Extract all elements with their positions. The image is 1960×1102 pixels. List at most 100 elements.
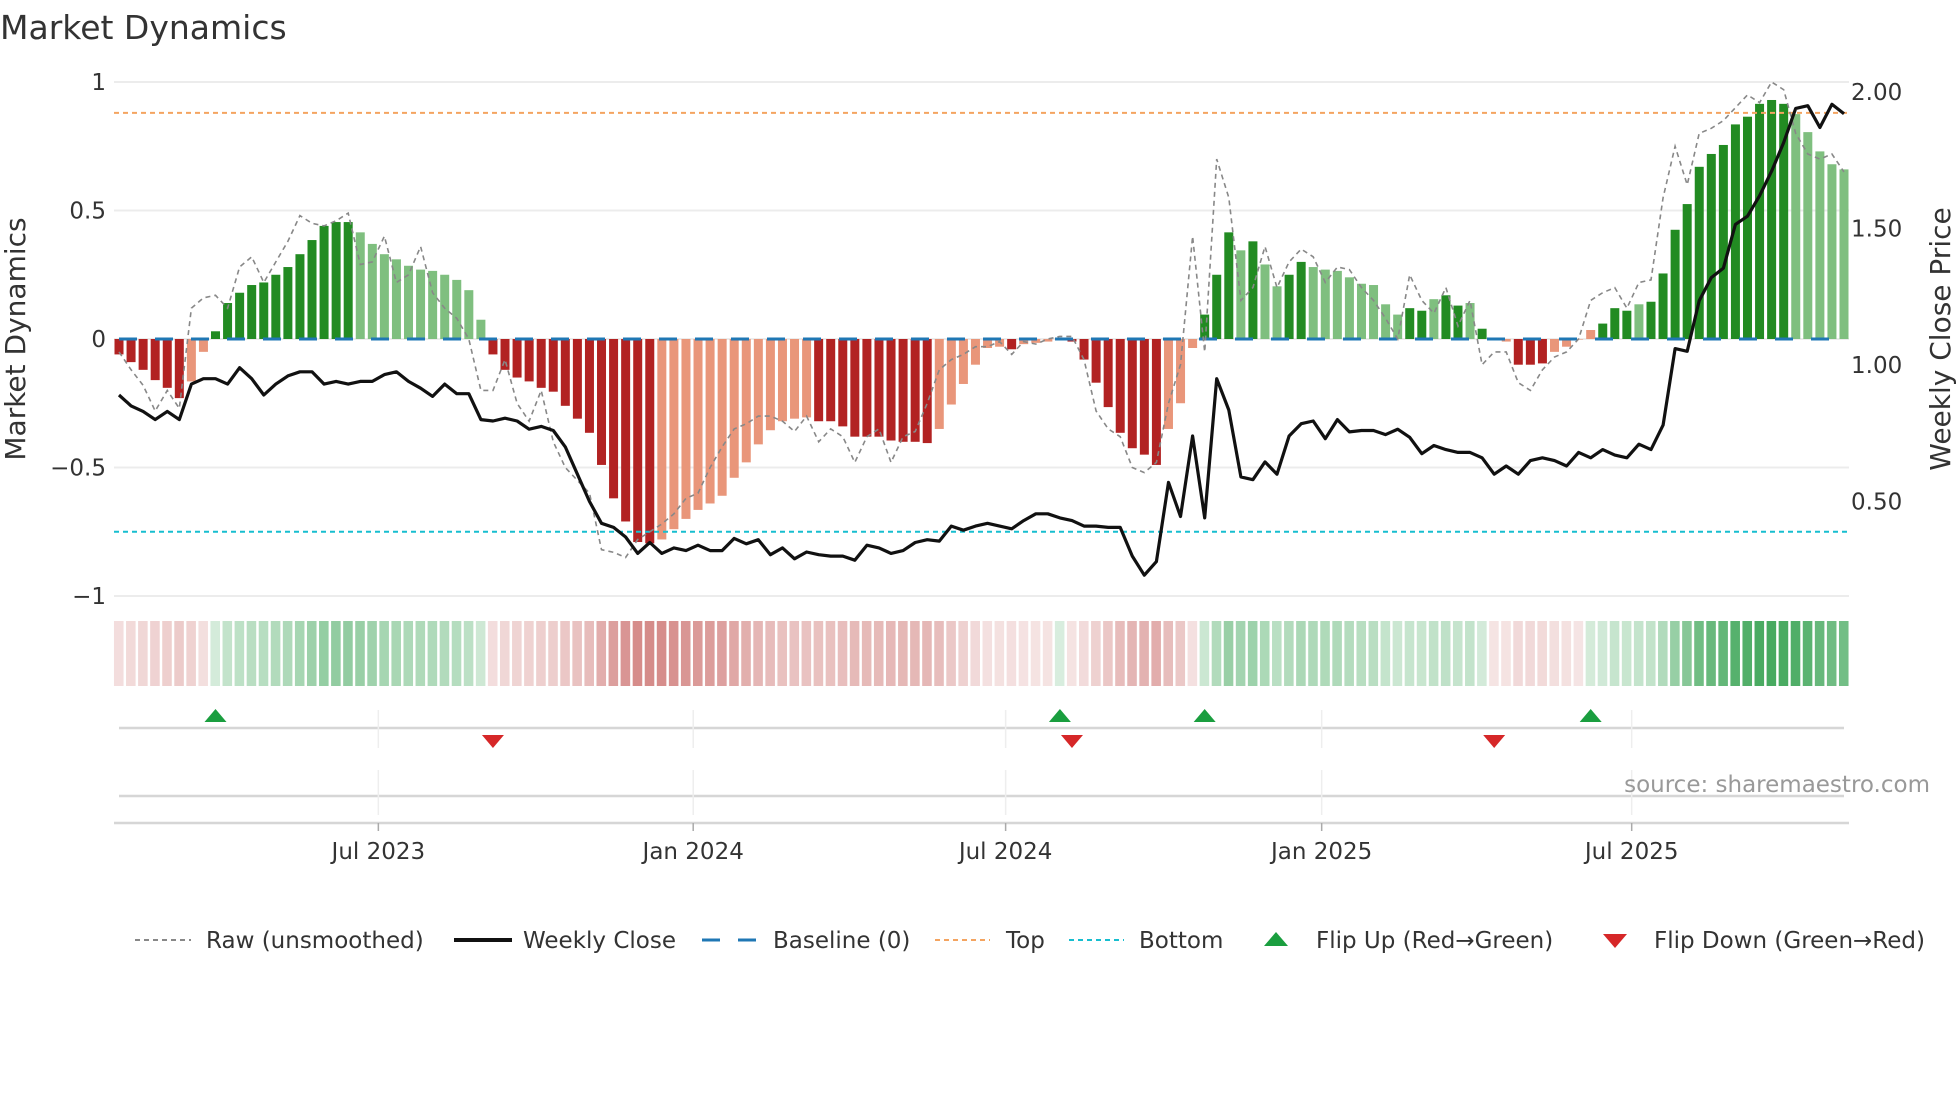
bar <box>1115 339 1125 433</box>
bar <box>777 339 787 422</box>
bar <box>910 339 920 442</box>
y-tick-label: −0.5 <box>50 456 106 482</box>
heatmap-cell <box>656 621 667 686</box>
bar <box>1767 99 1777 340</box>
legend-close-label: Weekly Close <box>523 928 676 954</box>
bar <box>1513 339 1523 365</box>
heatmap-cell <box>729 621 739 686</box>
bar <box>1815 151 1825 339</box>
heatmap-cell <box>150 621 160 686</box>
heatmap-cell <box>1573 621 1584 686</box>
heatmap-cell <box>1609 621 1620 686</box>
bar <box>1079 339 1089 360</box>
bar <box>790 339 800 419</box>
bar <box>1706 153 1716 339</box>
heatmap-cell <box>1259 621 1270 686</box>
bar <box>1549 339 1559 352</box>
heatmap-cell <box>765 621 775 686</box>
bar <box>802 339 812 418</box>
heatmap-cell <box>379 621 389 686</box>
heatmap-cell <box>813 621 824 686</box>
heatmap-cell <box>1211 621 1222 686</box>
state-heatmap-strip <box>113 621 1849 686</box>
heatmap-cell <box>849 621 860 686</box>
bar <box>307 240 317 339</box>
heatmap-cell <box>1054 621 1065 686</box>
bar <box>898 339 908 442</box>
heatmap-cell <box>1682 621 1692 686</box>
bar <box>1839 169 1849 339</box>
bar <box>645 339 655 544</box>
bar <box>440 274 450 339</box>
bar <box>1537 339 1547 364</box>
bar <box>476 319 486 339</box>
bar <box>416 269 426 339</box>
heatmap-cell <box>608 621 619 686</box>
bar <box>729 339 739 478</box>
heatmap-cell <box>596 621 607 686</box>
heatmap-cell <box>898 621 908 686</box>
bar <box>198 339 208 352</box>
heatmap-cell <box>1151 621 1161 686</box>
bar <box>862 339 872 437</box>
heatmap-cell <box>1115 621 1125 686</box>
bar <box>1369 285 1379 339</box>
bar <box>500 339 510 370</box>
bar <box>1103 339 1113 408</box>
heatmap-cell <box>680 621 691 686</box>
bar <box>874 339 884 437</box>
bar <box>259 282 269 339</box>
heatmap-cell <box>512 621 522 686</box>
heatmap-cell <box>982 621 993 686</box>
flip-up-marker <box>1193 709 1216 722</box>
heatmap-cell <box>717 621 727 686</box>
heatmap-cell <box>910 621 920 686</box>
bar <box>512 339 522 378</box>
raw-line <box>118 80 1845 559</box>
bar <box>126 339 136 363</box>
source-label: source: sharemaestro.com <box>1624 772 1930 798</box>
bar <box>1610 308 1620 339</box>
y2-tick-label: 1.50 <box>1851 217 1902 243</box>
bar <box>609 339 619 499</box>
heatmap-cell <box>415 621 426 686</box>
bar <box>922 339 932 444</box>
y2-tick-label: 2.00 <box>1851 80 1902 106</box>
heatmap-cell <box>427 621 438 686</box>
heatmap-cell <box>1561 621 1572 686</box>
heatmap-cell <box>270 621 281 686</box>
heatmap-cell <box>958 621 968 686</box>
heatmap-cell <box>885 621 896 686</box>
heatmap-cell <box>1658 621 1668 686</box>
heatmap-cell <box>801 621 812 686</box>
heatmap-cell <box>222 621 233 686</box>
heatmap-cell <box>186 621 196 686</box>
x-tick-label: Jul 2025 <box>1583 839 1679 865</box>
bar <box>283 267 293 339</box>
y-tick-label: 0 <box>91 327 106 353</box>
heatmap-cell <box>1187 621 1198 686</box>
heatmap-cell <box>644 621 655 686</box>
bar <box>331 222 341 339</box>
heatmap-cell <box>922 621 932 686</box>
heatmap-cell <box>1670 621 1680 686</box>
heatmap-cell <box>391 621 401 686</box>
heatmap-cell <box>294 621 305 686</box>
heatmap-cell <box>1645 621 1656 686</box>
heatmap-cell <box>451 621 462 686</box>
heatmap-cell <box>1633 621 1644 686</box>
bar <box>1007 339 1017 350</box>
bar <box>1453 305 1463 339</box>
heatmap-cell <box>1465 621 1475 686</box>
bar <box>826 339 836 422</box>
bar <box>1284 274 1294 339</box>
heatmap-cell <box>113 621 124 686</box>
bar <box>838 339 848 427</box>
bar <box>1091 339 1101 383</box>
heatmap-cell <box>1344 621 1354 686</box>
bar <box>1670 229 1680 339</box>
legend-baseline-label: Baseline (0) <box>773 928 910 954</box>
heatmap-cell <box>1308 621 1318 686</box>
bar <box>138 339 148 370</box>
x-tick-label: Jul 2023 <box>330 839 426 865</box>
